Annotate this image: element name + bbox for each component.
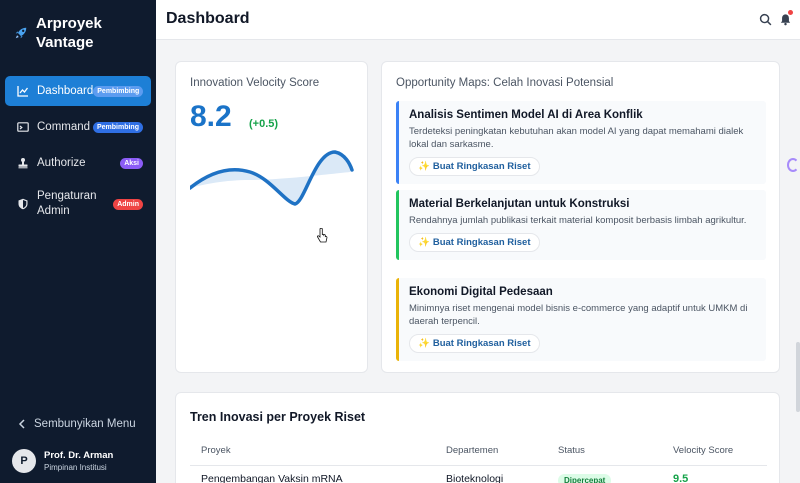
collapse-menu-button[interactable]: Sembunyikan Menu [18,418,136,430]
chart-line-icon [17,86,29,97]
divider [190,465,767,466]
project-cell: Pengembangan Vaksin mRNA [201,473,343,483]
column-header[interactable]: Proyek [201,445,231,456]
velocity-sparkline [190,150,354,206]
department-cell: Bioteknologi [446,473,504,483]
scrollbar[interactable] [796,342,800,412]
terminal-icon [17,122,29,132]
role-badge: Aksi [120,157,143,169]
sidebar-item-command[interactable]: Command Pembimbing [5,112,151,142]
role-badge: Admin [113,198,143,210]
shield-icon [18,198,28,210]
column-header[interactable]: Velocity Score [673,445,733,456]
collapse-label: Sembunyikan Menu [34,418,136,430]
sparkle-icon: ✨ [418,237,430,248]
app-name: Arproyek Vantage [36,15,102,51]
opportunity-item-title: Analisis Sentimen Model AI di Area Konfl… [409,109,643,121]
sidebar-nav: Dashboard Pembimbing Command Pembimbing … [5,76,151,230]
opportunity-maps-card: Opportunity Maps: Celah Inovasi Potensia… [381,61,780,373]
top-header: Dashboard [156,0,800,40]
velocity-value: 8.2 [190,100,232,133]
velocity-label: Innovation Velocity Score [190,77,320,89]
role-badge: Pembimbing [92,121,143,133]
velocity-score-card: Innovation Velocity Score 8.2 (+0.5) [175,61,368,373]
create-summary-label: Buat Ringkasan Riset [432,338,531,349]
create-summary-button[interactable]: ✨ Buat Ringkasan Riset [409,334,540,353]
column-header[interactable]: Status [558,445,585,456]
opportunity-item-desc: Terdeteksi peningkatan kebutuhan akan mo… [409,126,744,150]
sidebar-item-label: Authorize [37,156,86,169]
opportunity-item-title: Ekonomi Digital Pedesaan [409,286,553,298]
column-header[interactable]: Departemen [446,445,498,456]
opportunity-item-desc: Minimnya riset mengenai model bisnis e-c… [409,303,748,327]
trend-title: Tren Inovasi per Proyek Riset [190,410,366,424]
sidebar-item-authorize[interactable]: Authorize Aksi [5,148,151,178]
stamp-icon [18,158,28,169]
sparkle-icon: ✨ [418,338,430,349]
search-icon[interactable] [759,13,772,26]
velocity-delta: (+0.5) [249,118,279,130]
rocket-icon [15,27,27,39]
opportunity-item-desc: Rendahnya jumlah publikasi terkait mater… [409,215,747,226]
user-name: Prof. Dr. Arman [44,450,114,461]
chevron-left-icon [18,419,25,429]
opportunity-item-title: Material Berkelanjutan untuk Konstruksi [409,198,630,210]
user-profile[interactable]: P Prof. Dr. Arman Pimpinan Institusi [12,449,113,473]
sidebar: Arproyek Vantage Dashboard Pembimbing Co… [0,0,156,483]
page-title: Dashboard [166,10,250,27]
notification-dot [788,10,793,15]
opportunity-item: Ekonomi Digital Pedesaan Minimnya riset … [396,278,766,361]
pointer-cursor-icon [317,228,328,243]
opportunity-item: Analisis Sentimen Model AI di Area Konfl… [396,101,766,184]
create-summary-label: Buat Ringkasan Riset [432,237,531,248]
create-summary-label: Buat Ringkasan Riset [432,161,531,172]
velocity-cell: 9.5 [673,473,689,483]
innovation-trend-card: Tren Inovasi per Proyek Riset Proyek Dep… [175,392,780,483]
sparkle-icon: ✨ [418,161,430,172]
create-summary-button[interactable]: ✨ Buat Ringkasan Riset [409,233,540,252]
avatar: P [12,449,36,473]
opportunity-title: Opportunity Maps: Celah Inovasi Potensia… [396,77,614,89]
sidebar-item-label: Command [37,120,91,133]
opportunity-item: Material Berkelanjutan untuk Konstruksi … [396,190,766,260]
loading-spinner-icon [787,158,799,172]
sidebar-item-label: Dashboard [37,84,94,97]
status-badge: Dipercepat [558,474,612,483]
user-role: Pimpinan Institusi [44,463,107,472]
sidebar-item-dashboard[interactable]: Dashboard Pembimbing [5,76,151,106]
sidebar-item-admin-settings[interactable]: Pengaturan Admin Admin [5,184,151,224]
brand[interactable]: Arproyek Vantage [14,14,136,52]
create-summary-button[interactable]: ✨ Buat Ringkasan Riset [409,157,540,176]
role-badge: Pembimbing [93,85,144,97]
sidebar-item-label: Pengaturan Admin [37,190,97,217]
